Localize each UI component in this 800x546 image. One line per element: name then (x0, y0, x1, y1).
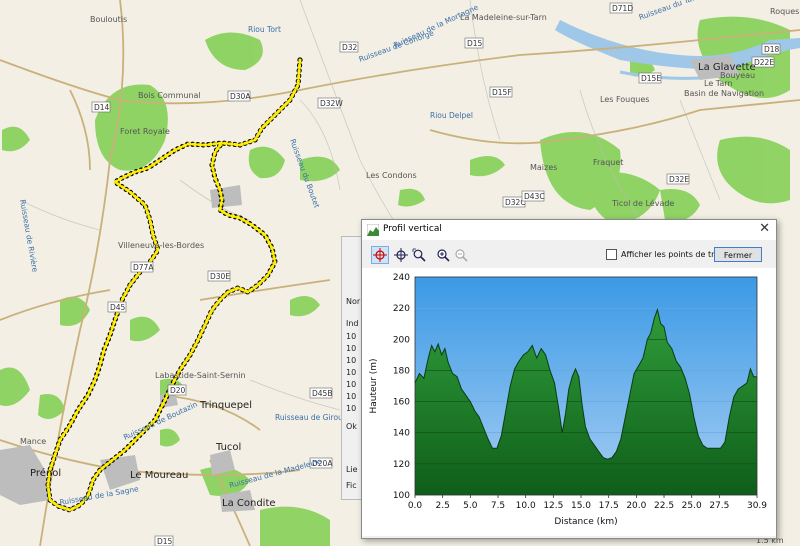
zoom-in-icon (437, 249, 450, 262)
zoom-area-icon (412, 248, 426, 262)
y-tick-label: 100 (393, 491, 410, 501)
svg-text:Ticol de Lévade: Ticol de Lévade (611, 198, 674, 208)
svg-text:La Madeleine-sur-Tarn: La Madeleine-sur-Tarn (460, 13, 547, 22)
profile-dialog: Profil vertical ✕ Afficher les points de… (361, 219, 777, 539)
bg-label: 10 (346, 380, 357, 389)
x-tick-label: 20.0 (626, 501, 646, 511)
y-tick-label: 220 (393, 304, 410, 314)
svg-text:D18: D18 (764, 45, 780, 54)
zoom-out-button[interactable] (452, 246, 470, 264)
svg-text:D30A: D30A (230, 92, 251, 101)
bg-label: Fic (346, 481, 357, 490)
svg-text:Maizes: Maizes (530, 163, 557, 172)
svg-text:D71D: D71D (612, 4, 633, 13)
svg-text:D30E: D30E (210, 272, 230, 281)
svg-text:Riou Tort: Riou Tort (248, 25, 281, 34)
x-tick-label: 17.5 (599, 501, 619, 511)
svg-text:Bouloutis: Bouloutis (90, 15, 127, 24)
svg-text:Roques: Roques (770, 7, 799, 16)
svg-text:D45B: D45B (312, 389, 332, 398)
fermer-button[interactable]: Fermer (714, 247, 762, 262)
bg-label: 10 (346, 344, 357, 353)
svg-text:Bouyeau: Bouyeau (720, 71, 755, 80)
bg-label: Lie (346, 465, 358, 474)
show-trackpoints-checkbox[interactable] (606, 249, 617, 260)
x-tick-label: 22.5 (654, 501, 674, 511)
svg-text:D22E: D22E (754, 58, 774, 67)
svg-text:Labastide-Saint-Sernin: Labastide-Saint-Sernin (155, 371, 246, 380)
x-tick-label: 12.5 (543, 501, 563, 511)
y-tick-label: 160 (393, 398, 410, 408)
crosshair-icon (373, 248, 387, 262)
svg-text:D32W: D32W (320, 99, 343, 108)
close-button[interactable]: ✕ (759, 222, 770, 236)
svg-text:D15E: D15E (641, 74, 661, 83)
svg-text:Les Fouques: Les Fouques (600, 95, 649, 104)
svg-text:Prénol: Prénol (30, 467, 61, 479)
svg-text:D32E: D32E (669, 175, 689, 184)
svg-text:Le Moureau: Le Moureau (130, 470, 188, 481)
svg-text:Villeneuve-les-Bordes: Villeneuve-les-Bordes (118, 241, 204, 250)
svg-text:Bois Communal: Bois Communal (138, 91, 201, 100)
bg-label: 10 (346, 368, 357, 377)
x-tick-label: 5.0 (463, 501, 478, 511)
svg-text:Les Condons: Les Condons (366, 171, 417, 180)
x-tick-label: 0.0 (408, 501, 423, 511)
bg-label: 10 (346, 356, 357, 365)
x-tick-label: 2.5 (436, 501, 450, 511)
svg-text:D20: D20 (170, 386, 186, 395)
x-tick-label: 27.5 (709, 501, 729, 511)
svg-text:Foret Royale: Foret Royale (120, 127, 170, 136)
svg-text:D43C: D43C (524, 192, 545, 201)
svg-text:Basin de Navigation: Basin de Navigation (684, 89, 764, 98)
y-tick-label: 140 (393, 429, 410, 439)
svg-text:Fraquet: Fraquet (593, 158, 623, 167)
svg-text:Trinquepel: Trinquepel (199, 400, 252, 411)
svg-text:D45: D45 (110, 303, 126, 312)
elevation-chart[interactable]: 100 120 140 160 180 200 220 240 0.0 2.5 5.0 7.5 10.… (362, 268, 776, 536)
pan-tool-button[interactable] (392, 246, 410, 264)
svg-text:D15: D15 (467, 39, 483, 48)
zoom-out-icon (455, 249, 468, 262)
zoom-area-tool-button[interactable] (410, 246, 428, 264)
y-tick-label: 120 (393, 460, 410, 470)
dialog-titlebar[interactable]: Profil vertical ✕ (362, 220, 776, 240)
y-tick-label: 240 (393, 273, 410, 283)
bg-label: Ind (346, 319, 359, 328)
svg-text:Le Tarn: Le Tarn (704, 79, 732, 88)
crosshair-tool-button[interactable] (371, 246, 389, 264)
x-tick-label: 25.0 (682, 501, 702, 511)
svg-text:Tucol: Tucol (215, 442, 241, 453)
bg-label: 10 (346, 404, 357, 413)
svg-text:D15F: D15F (492, 88, 512, 97)
svg-text:Ruisseau de Girou: Ruisseau de Girou (275, 413, 343, 422)
svg-text:D32: D32 (342, 43, 358, 52)
dialog-title: Profil vertical (383, 224, 442, 234)
svg-text:D15: D15 (157, 537, 173, 546)
bg-label: 10 (346, 392, 357, 401)
move-crosshair-icon (394, 248, 408, 262)
show-trackpoints-toggle[interactable]: Afficher les points de tracé (606, 249, 729, 260)
bg-label: Ok (346, 422, 357, 431)
y-axis-label: Hauteur (m) (369, 358, 379, 413)
svg-text:D14: D14 (94, 103, 110, 112)
x-tick-label: 30.9 (747, 501, 767, 511)
x-tick-label: 7.5 (491, 501, 505, 511)
svg-text:Mance: Mance (20, 437, 46, 446)
bg-label: 10 (346, 332, 357, 341)
y-tick-label: 180 (393, 366, 410, 376)
svg-text:Riou Delpel: Riou Delpel (430, 111, 473, 120)
zoom-in-button[interactable] (434, 246, 452, 264)
bg-label: Nor (346, 297, 361, 306)
x-axis-label: Distance (km) (554, 517, 617, 527)
x-tick-label: 10.0 (516, 501, 536, 511)
y-tick-label: 200 (393, 335, 410, 345)
x-tick-label: 15.0 (571, 501, 591, 511)
profile-icon (367, 224, 379, 236)
show-trackpoints-label: Afficher les points de tracé (621, 250, 729, 259)
svg-text:La Condite: La Condite (222, 498, 276, 509)
svg-text:D77A: D77A (133, 263, 154, 272)
